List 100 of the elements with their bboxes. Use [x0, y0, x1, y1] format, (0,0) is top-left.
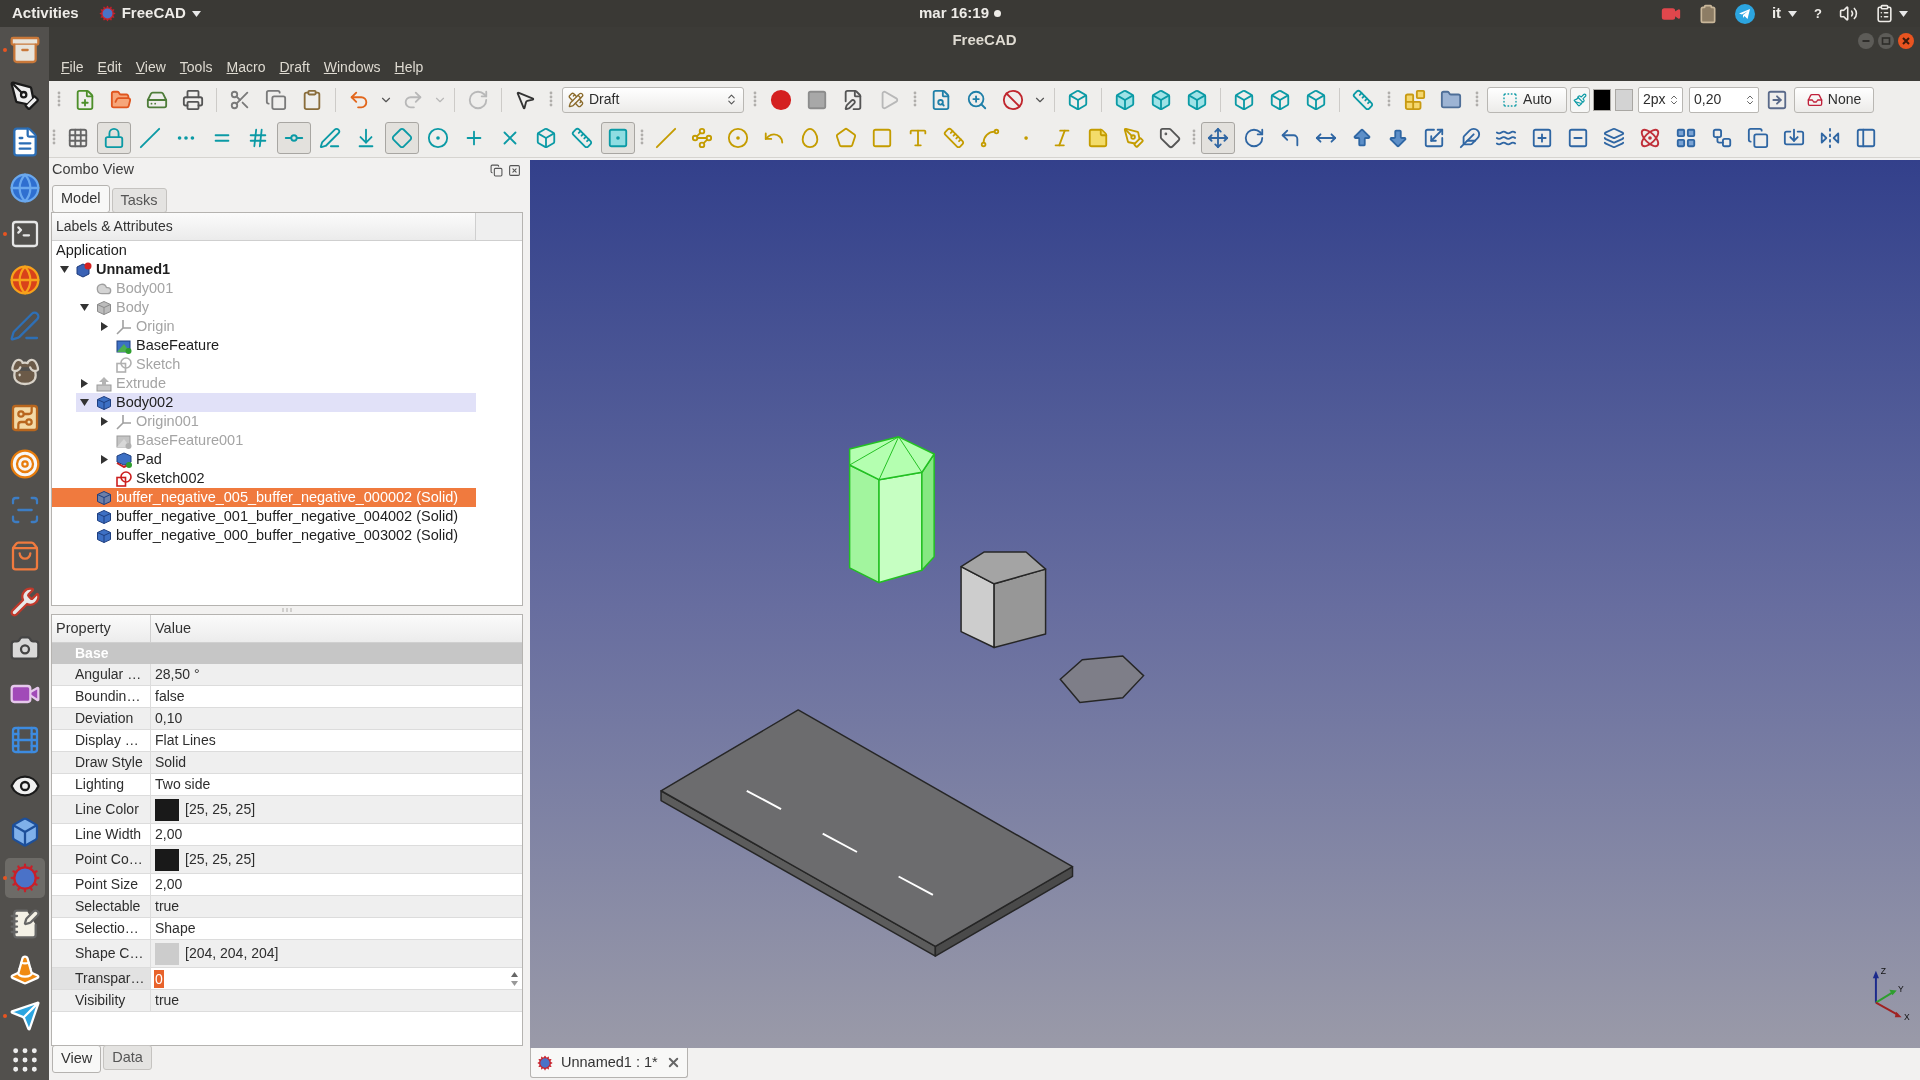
- color-swatch-icon[interactable]: [1593, 88, 1611, 111]
- menu-item[interactable]: File: [54, 57, 91, 78]
- spin-box[interactable]: 2px: [1638, 86, 1683, 113]
- cube-icon[interactable]: [1305, 88, 1327, 111]
- layers-icon[interactable]: [1603, 126, 1625, 149]
- menu-item[interactable]: Edit: [90, 57, 129, 78]
- column-header[interactable]: Labels & Attributes: [52, 213, 476, 240]
- minimize-icon[interactable]: [1858, 32, 1874, 49]
- close-icon[interactable]: [508, 163, 521, 177]
- blocks-icon[interactable]: [1404, 88, 1426, 111]
- menu-item[interactable]: Windows: [316, 57, 388, 78]
- toolbar-button[interactable]: None: [1794, 86, 1874, 113]
- drawer-icon[interactable]: [8, 34, 41, 66]
- activities-button[interactable]: Activities: [12, 2, 79, 25]
- grip-icon[interactable]: [913, 90, 917, 109]
- note-icon[interactable]: [1087, 126, 1109, 149]
- splitter-grip-icon[interactable]: [282, 608, 292, 612]
- copy-icon[interactable]: [1747, 126, 1769, 149]
- flat-slab[interactable]: [660, 709, 1074, 957]
- grip-icon[interactable]: [753, 90, 757, 109]
- zoom-in-icon[interactable]: [966, 88, 988, 111]
- hexagon[interactable]: [1059, 655, 1145, 704]
- tree-item[interactable]: buffer_negative_000_buffer_negative_003002 (Solid): [52, 526, 476, 545]
- scissors-icon[interactable]: [229, 88, 251, 111]
- wrench-icon[interactable]: [8, 586, 41, 618]
- grip-icon[interactable]: [640, 128, 644, 147]
- hexagonal-prism[interactable]: [960, 551, 1047, 649]
- color-swatch-icon[interactable]: [155, 942, 179, 965]
- workbench-dropdown[interactable]: Draft: [562, 86, 744, 113]
- spin-box[interactable]: 0,20: [1689, 86, 1759, 113]
- plus-square-icon[interactable]: [1531, 126, 1553, 149]
- circle-icon[interactable]: [727, 126, 749, 149]
- column-header[interactable]: Value: [151, 615, 522, 643]
- cube-icon[interactable]: [1150, 88, 1172, 111]
- circle-dot-icon[interactable]: [427, 126, 449, 149]
- file-plus-icon[interactable]: [74, 88, 96, 111]
- panel-icon[interactable]: [1855, 126, 1877, 149]
- pen-tool-icon[interactable]: [8, 80, 41, 112]
- tab[interactable]: Data: [103, 1045, 152, 1070]
- ruler-icon[interactable]: [571, 126, 593, 149]
- tree-item[interactable]: buffer_negative_001_buffer_negative_004002 (Solid): [52, 507, 476, 526]
- workflow-icon[interactable]: [1711, 126, 1733, 149]
- globe-icon[interactable]: [8, 264, 41, 296]
- tab[interactable]: View: [52, 1045, 102, 1073]
- folder-icon[interactable]: [1440, 88, 1462, 111]
- spin-arrows-icon[interactable]: [511, 971, 518, 986]
- caret-right-icon[interactable]: [100, 322, 108, 331]
- target-icon[interactable]: [8, 448, 41, 480]
- dog-icon[interactable]: [8, 356, 41, 388]
- clipboard-icon[interactable]: [301, 88, 323, 111]
- cube-icon[interactable]: [1186, 88, 1208, 111]
- notepad-icon[interactable]: [8, 908, 41, 940]
- clipboard-list-icon[interactable]: [1875, 4, 1894, 23]
- grip-icon[interactable]: [1475, 90, 1479, 109]
- caret-right-icon[interactable]: [80, 379, 88, 388]
- ban-icon[interactable]: [1002, 88, 1024, 111]
- send-icon[interactable]: [1734, 3, 1755, 24]
- cube-icon[interactable]: [1067, 88, 1089, 111]
- menu-item[interactable]: Tools: [172, 57, 220, 78]
- color-swatch-icon[interactable]: [1615, 88, 1633, 111]
- caret-right-icon[interactable]: [100, 417, 108, 426]
- record-icon[interactable]: [770, 88, 792, 111]
- ruler-icon[interactable]: [943, 126, 965, 149]
- send-icon[interactable]: [8, 1000, 41, 1032]
- color-swatch-icon[interactable]: [155, 848, 179, 871]
- clock[interactable]: mar 16:19: [918, 2, 990, 25]
- line-icon[interactable]: [655, 126, 677, 149]
- grip-icon[interactable]: [52, 128, 56, 147]
- menu-item[interactable]: Help: [387, 57, 431, 78]
- toggle-button[interactable]: [601, 121, 635, 154]
- traffic-cone-icon[interactable]: [8, 954, 41, 986]
- spline-icon[interactable]: [979, 126, 1001, 149]
- caret-down-icon[interactable]: [79, 304, 89, 311]
- tree-item[interactable]: Sketch002: [52, 469, 476, 488]
- egg-icon[interactable]: [799, 126, 821, 149]
- atom-icon[interactable]: [1639, 126, 1661, 149]
- grip-icon[interactable]: [549, 90, 553, 109]
- square-icon[interactable]: [871, 126, 893, 149]
- cube-icon[interactable]: [1269, 88, 1291, 111]
- copy-icon[interactable]: [265, 88, 287, 111]
- mirror-icon[interactable]: [1819, 126, 1841, 149]
- caret-right-icon[interactable]: [100, 455, 108, 464]
- file-search-icon[interactable]: [930, 88, 952, 111]
- stop-icon[interactable]: [806, 88, 828, 111]
- file-pen-icon[interactable]: [842, 88, 864, 111]
- caret-down-icon[interactable]: [79, 399, 89, 406]
- color-swatch-icon[interactable]: [155, 798, 179, 821]
- grid-icon[interactable]: [67, 126, 89, 149]
- volume-icon[interactable]: [1839, 4, 1858, 23]
- grip-icon[interactable]: [1387, 90, 1391, 109]
- scale-icon[interactable]: [1423, 126, 1445, 149]
- tab[interactable]: Model: [52, 185, 110, 213]
- caret-down-icon[interactable]: [59, 266, 69, 273]
- document-tab[interactable]: Unnamed1 : 1*: [530, 1048, 688, 1078]
- toggle-button[interactable]: [385, 121, 419, 154]
- tab[interactable]: Tasks: [111, 188, 167, 213]
- toggle-button[interactable]: [97, 121, 131, 154]
- toggle-button[interactable]: [277, 121, 311, 154]
- 3d-view[interactable]: Z Y X: [530, 160, 1920, 1048]
- minus-square-icon[interactable]: [1567, 126, 1589, 149]
